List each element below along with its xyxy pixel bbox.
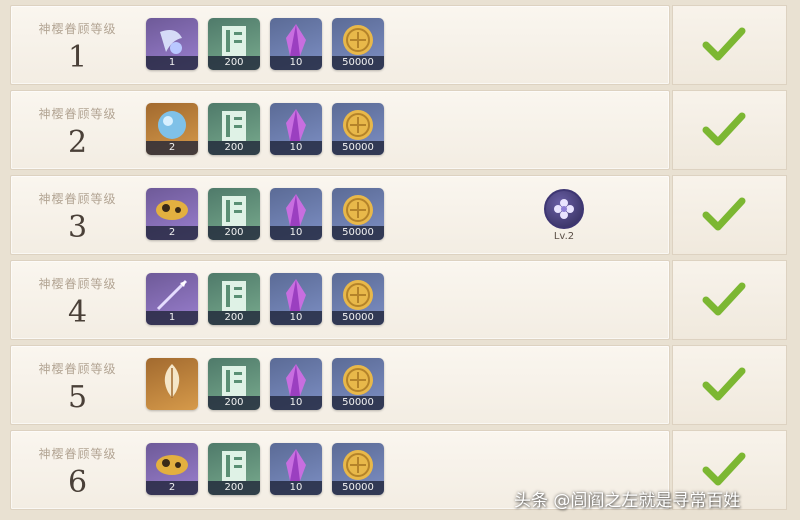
check-icon [702,112,746,146]
reward-row: 神樱眷顾等级 5 200 10 50000 [10,345,670,425]
exp-book-icon[interactable]: 200 [208,358,260,410]
exp-book-icon[interactable]: 200 [208,273,260,325]
item-count: 10 [270,396,322,410]
item-count: 1 [146,311,198,325]
crystal-icon[interactable]: 10 [270,103,322,155]
mora-coin-icon[interactable]: 50000 [332,273,384,325]
exp-book-icon[interactable]: 200 [208,18,260,70]
level-label: 神樱眷顾等级 [38,22,117,36]
spear-icon[interactable]: 1 [146,273,198,325]
crystal-icon[interactable]: 10 [270,188,322,240]
level-label: 神樱眷顾等级 [38,107,117,121]
item-count: 200 [208,396,260,410]
crystal-icon[interactable]: 10 [270,18,322,70]
check-icon [702,27,746,61]
blue-talisman-icon[interactable]: 1 [146,18,198,70]
mora-coin-icon[interactable]: 50000 [332,358,384,410]
gold-mask-icon[interactable]: 2 [146,443,198,495]
mora-coin-icon[interactable]: 50000 [332,103,384,155]
crystal-icon[interactable]: 10 [270,358,322,410]
exp-book-icon[interactable]: 200 [208,443,260,495]
level-number: 1 [67,40,88,75]
orb-icon[interactable]: 2 [146,103,198,155]
level-number: 6 [67,465,88,500]
gold-feather-icon[interactable] [146,358,198,410]
item-count: 50000 [332,311,384,325]
item-count: 10 [270,311,322,325]
item-count: 10 [270,481,322,495]
item-count: 50000 [332,396,384,410]
mora-coin-icon[interactable]: 50000 [332,18,384,70]
item-count: 50000 [332,481,384,495]
crystal-icon[interactable]: 10 [270,273,322,325]
watermark-text: 头条 @闾阎之左就是寻常百姓 [514,491,741,511]
check-icon [702,452,746,486]
item-count: 50000 [332,56,384,70]
mora-coin-icon[interactable]: 50000 [332,188,384,240]
item-count: 10 [270,141,322,155]
level-number: 5 [67,380,88,415]
check-icon [702,197,746,231]
item-count: 200 [208,141,260,155]
item-count: 200 [208,226,260,240]
crystal-icon[interactable]: 10 [270,443,322,495]
check-icon [702,367,746,401]
reward-row: 神樱眷顾等级 2 2 200 10 50000 [10,90,670,170]
item-count: 2 [146,141,198,155]
item-count: 10 [270,56,322,70]
item-count: 200 [208,311,260,325]
level-number: 4 [67,295,88,330]
exp-book-icon[interactable]: 200 [208,103,260,155]
item-count: 50000 [332,226,384,240]
check-icon [702,282,746,316]
item-count: 2 [146,481,198,495]
mora-coin-icon[interactable]: 50000 [332,443,384,495]
level-number: 2 [67,125,88,160]
exp-book-icon[interactable]: 200 [208,188,260,240]
reward-row: 神樱眷顾等级 1 1 200 10 50000 [10,5,670,85]
gold-mask-icon[interactable]: 2 [146,188,198,240]
reward-panel: 神樱眷顾等级 1 1 200 10 50000 神樱眷顾等级 2 2 200 1… [0,0,800,520]
level-label: 神樱眷顾等级 [38,362,117,376]
item-count: 2 [146,226,198,240]
bonus-level: Lv.2 [553,231,575,242]
item-count: 1 [146,56,198,70]
item-count: 10 [270,226,322,240]
level-label: 神樱眷顾等级 [38,447,117,461]
bonus-badge[interactable]: Lv.2 [540,189,588,242]
item-count: 200 [208,481,260,495]
item-count: 50000 [332,141,384,155]
flower-icon [544,189,584,229]
level-label: 神樱眷顾等级 [38,192,117,206]
reward-row: 神樱眷顾等级 4 1 200 10 50000 [10,260,670,340]
level-number: 3 [67,210,88,245]
level-label: 神樱眷顾等级 [38,277,117,291]
item-count: 200 [208,56,260,70]
